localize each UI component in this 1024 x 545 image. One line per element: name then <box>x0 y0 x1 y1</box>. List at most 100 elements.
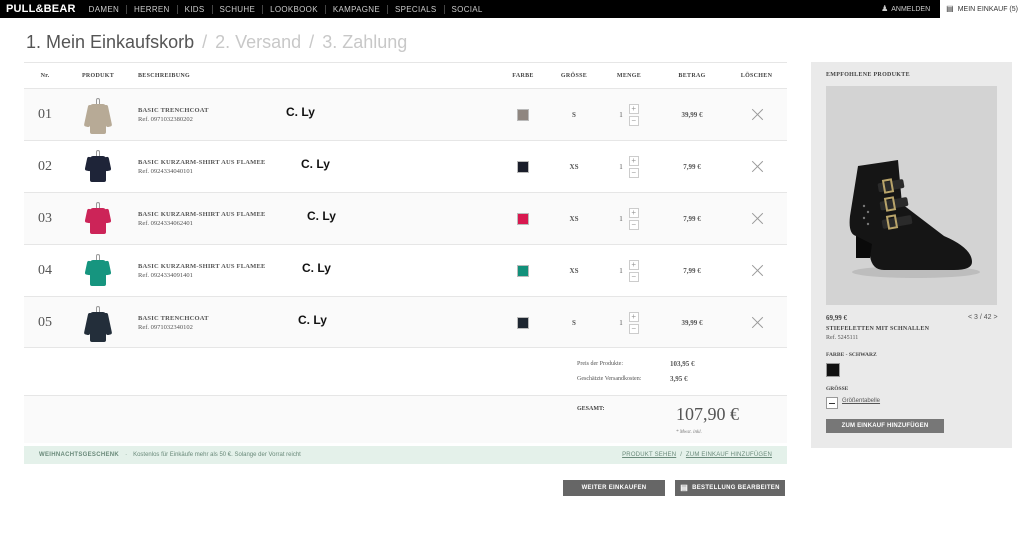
quantity-stepper: 1 + − <box>600 311 658 334</box>
cart-table: Nr. PRODUKT BESCHREIBUNG FARBE GRÖSSE ME… <box>24 62 787 348</box>
header-nr: Nr. <box>40 72 50 79</box>
nav-item-lookbook[interactable]: LOOKBOOK <box>262 4 325 14</box>
quantity-increase-button[interactable]: + <box>628 311 639 322</box>
close-icon <box>750 108 764 122</box>
nav-item-damen[interactable]: DAMEN <box>82 5 126 14</box>
continue-shopping-button[interactable]: WEITER EINKAUFEN <box>563 480 665 496</box>
garment-image <box>84 253 112 288</box>
quantity-stepper: 1 + − <box>600 103 658 126</box>
checkout-button[interactable]: ▤ BESTELLUNG BEARBEITEN <box>675 480 785 496</box>
cart-label: MEIN EINKAUF (5) <box>957 5 1018 13</box>
size-value: XS <box>569 266 579 275</box>
cart-tab[interactable]: ▤ MEIN EINKAUF (5) <box>940 0 1024 18</box>
quantity-increase-button[interactable]: + <box>628 207 639 218</box>
size-value: XS <box>569 214 579 223</box>
login-label: ANMELDEN <box>891 5 931 13</box>
shipping-cost-value: 3,95 € <box>670 375 688 383</box>
table-row: 02 BASIC KURZARM-SHIRT AUS FLAMEE Ref. 092… <box>24 140 787 192</box>
handwritten-annotation: C. Ly <box>301 157 330 171</box>
quantity-increase-button[interactable]: + <box>628 155 639 166</box>
recommended-pager[interactable]: < 3 / 42 > <box>968 314 998 321</box>
quantity-stepper: 1 + − <box>600 155 658 178</box>
quantity-decrease-button[interactable]: − <box>628 115 639 126</box>
nav-item-social[interactable]: SOCIAL <box>443 4 490 14</box>
gift-promo-bar: WEIHNACHTSGESCHENK · Kostenlos für Einkä… <box>24 446 787 464</box>
header-quantity: MENGE <box>616 72 642 79</box>
color-swatch <box>517 160 529 173</box>
color-cell <box>498 264 548 277</box>
product-thumbnail[interactable] <box>66 97 130 134</box>
nav-item-schuhe[interactable]: SCHUHE <box>211 4 263 14</box>
promo-links: PRODUKT SEHEN / ZUM EINKAUF HINZUFÜGEN <box>622 452 772 458</box>
item-price: 39,99 € <box>681 110 703 119</box>
nav-item-kids[interactable]: KIDS <box>176 4 212 14</box>
product-thumbnail[interactable] <box>66 305 130 342</box>
quantity-increase-button[interactable]: + <box>628 103 639 114</box>
product-thumbnail[interactable] <box>66 149 130 184</box>
close-icon <box>750 160 764 174</box>
delete-item-button[interactable] <box>726 160 787 174</box>
nav-item-specials[interactable]: SPECIALS <box>387 4 444 14</box>
product-thumbnail[interactable] <box>66 201 130 236</box>
row-number: 03 <box>38 210 52 226</box>
promo-link-separator: / <box>680 452 682 458</box>
header-product: PRODUKT <box>81 72 115 79</box>
quantity-decrease-button[interactable]: − <box>628 323 639 334</box>
delete-item-button[interactable] <box>726 212 787 226</box>
recommended-product-name[interactable]: STIEFELETTEN MIT SCHNALLEN <box>826 326 929 332</box>
view-product-link[interactable]: PRODUKT SEHEN <box>622 452 676 458</box>
quantity-decrease-button[interactable]: − <box>628 271 639 282</box>
garment-image <box>84 201 112 236</box>
recommended-color-label: FARBE - SCHWARZ <box>826 352 877 358</box>
nav-item-herren[interactable]: HERREN <box>126 4 177 14</box>
size-value: XS <box>569 162 579 171</box>
recommended-product-image[interactable] <box>826 86 997 305</box>
ruler-icon <box>826 397 838 409</box>
quantity-stepper: 1 + − <box>600 259 658 282</box>
quantity-increase-button[interactable]: + <box>628 259 639 270</box>
table-row: 01 BASIC TRENCHCOAT Ref. 0971032380202 C. L… <box>24 88 787 140</box>
nav-item-kampagne[interactable]: KAMPAGNE <box>324 4 387 14</box>
color-swatch-black[interactable] <box>826 363 840 377</box>
add-to-cart-button[interactable]: ZUM EINKAUF HINZUFÜGEN <box>826 419 944 433</box>
total-summary: GESAMT: 107,90 € * Mwst. inkl. <box>24 395 787 443</box>
size-table-link[interactable]: Größentabelle <box>842 398 880 404</box>
promo-text: Kostenlos für Einkäufe mehr als 50 €. So… <box>133 452 301 458</box>
recommended-price: 69,99 € <box>826 314 847 322</box>
garment-image <box>83 97 113 134</box>
item-price: 7,99 € <box>683 266 701 275</box>
table-row: 05 BASIC TRENCHCOAT Ref. 0971032340102 C. L… <box>24 296 787 348</box>
handwritten-annotation: C. Ly <box>307 209 336 223</box>
product-thumbnail[interactable] <box>66 253 130 288</box>
delete-item-button[interactable] <box>726 264 787 278</box>
checkout-label: BESTELLUNG BEARBEITEN <box>692 485 780 491</box>
color-cell <box>498 108 548 121</box>
garment-image <box>83 305 113 342</box>
login-link[interactable]: ♟ ANMELDEN <box>871 5 940 13</box>
recommended-products-panel: EMPFOHLENE PRODUKTE 69,99 € < 3 / 42 > S… <box>811 62 1012 448</box>
account-area: ♟ ANMELDEN ▤ MEIN EINKAUF (5) <box>871 0 1024 18</box>
shipping-cost-label: Geschätzte Versandkosten: <box>577 376 642 382</box>
size-value: S <box>572 318 576 327</box>
quantity-value: 1 <box>619 266 623 275</box>
size-value: S <box>572 110 576 119</box>
add-gift-to-cart-link[interactable]: ZUM EINKAUF HINZUFÜGEN <box>686 452 772 458</box>
recommended-size-label: GRÖSSE <box>826 386 849 392</box>
vat-note: * Mwst. inkl. <box>676 430 702 435</box>
products-price-value: 103,95 € <box>670 360 695 368</box>
products-price-label: Preis der Produkte: <box>577 361 623 367</box>
quantity-value: 1 <box>619 162 623 171</box>
header-size: GRÖSSE <box>560 72 588 79</box>
quantity-decrease-button[interactable]: − <box>628 167 639 178</box>
brand-logo[interactable]: PULL&BEAR <box>0 3 82 15</box>
delete-item-button[interactable] <box>726 316 787 330</box>
table-row: 04 BASIC KURZARM-SHIRT AUS FLAMEE Ref. 092… <box>24 244 787 296</box>
close-icon <box>750 264 764 278</box>
header-delete: LÖSCHEN <box>740 72 773 79</box>
step-payment: 3. Zahlung <box>322 32 408 52</box>
quantity-decrease-button[interactable]: − <box>628 219 639 230</box>
color-swatch <box>517 264 529 277</box>
handwritten-annotation: C. Ly <box>286 105 315 119</box>
delete-item-button[interactable] <box>726 108 787 122</box>
close-icon <box>750 212 764 226</box>
